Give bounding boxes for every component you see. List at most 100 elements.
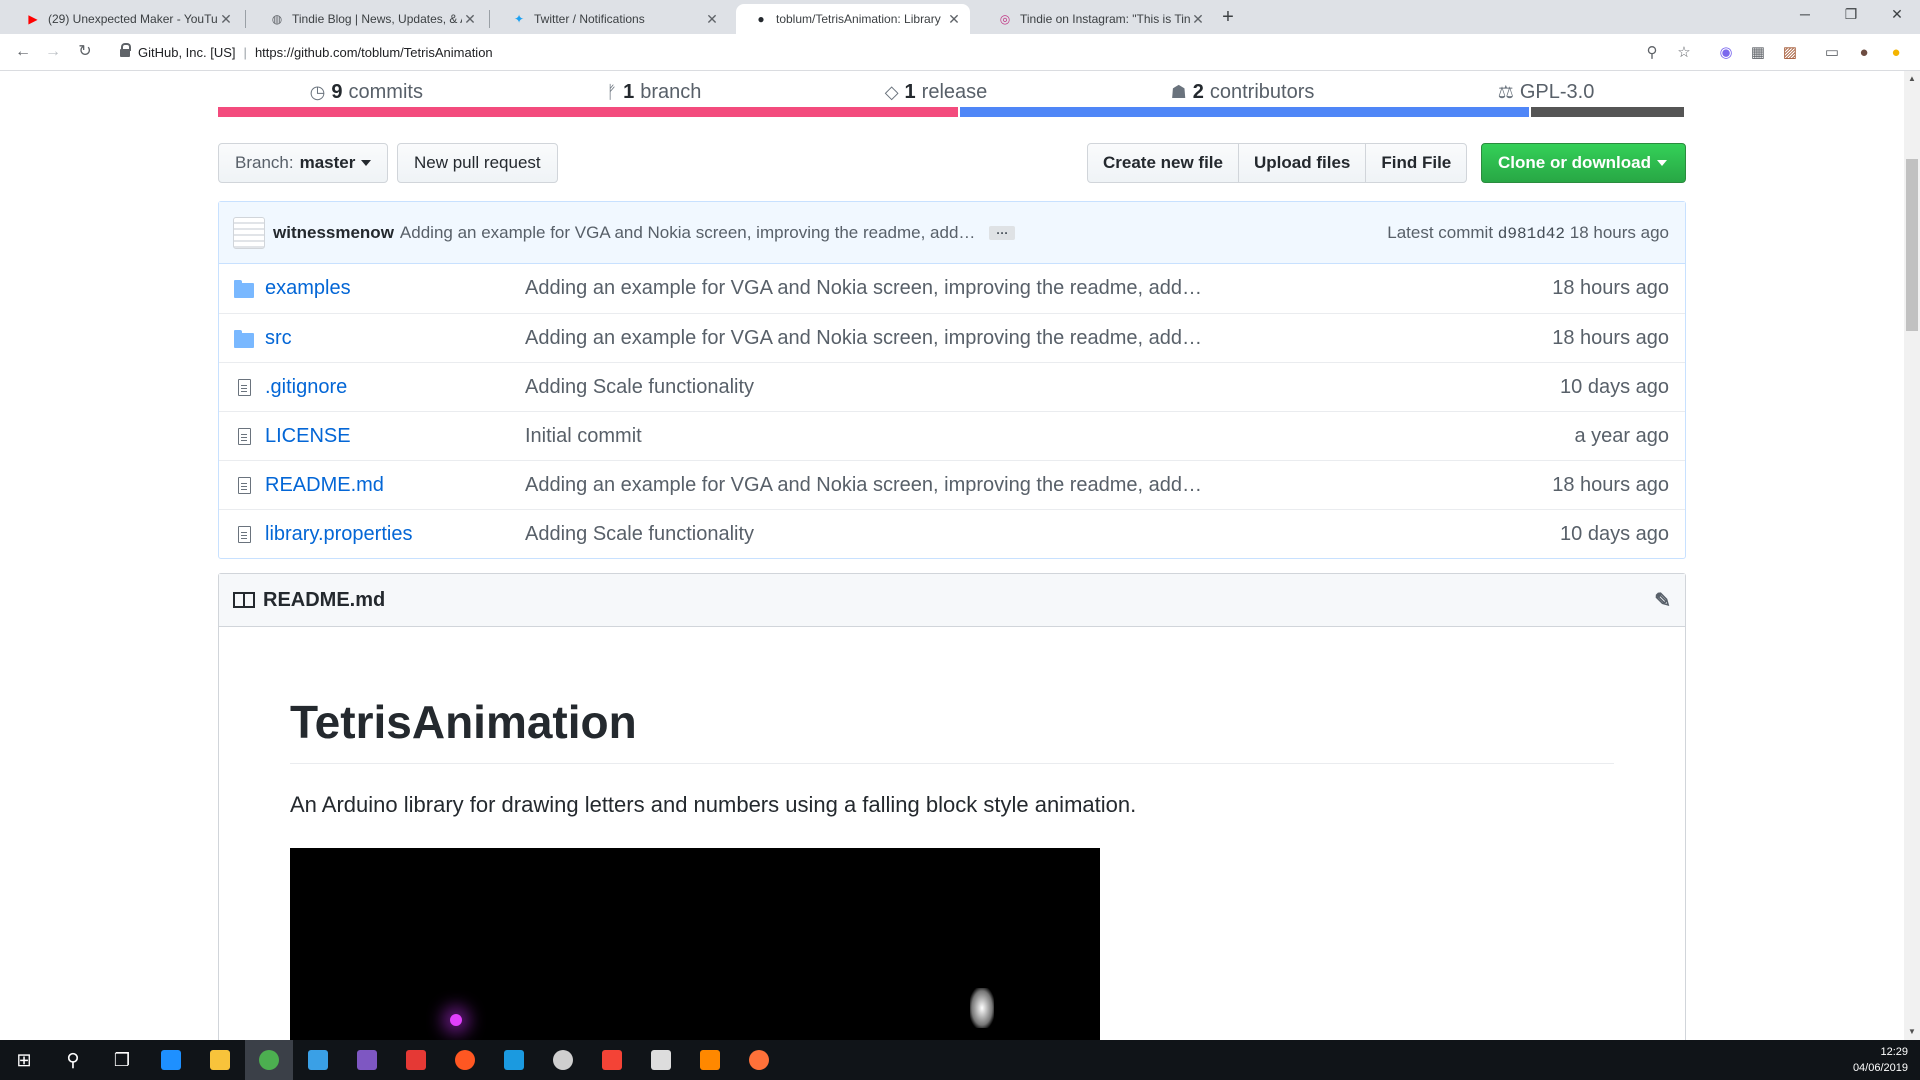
file-commit-message-link[interactable]: Initial commit: [525, 425, 1574, 448]
branch-icon: ᚠ: [606, 81, 618, 102]
task-view-icon[interactable]: ❐: [98, 1040, 146, 1080]
scrollbar-thumb[interactable]: [1906, 159, 1918, 331]
table-row: .gitignore Adding Scale functionality 10 d…: [219, 362, 1685, 411]
clone-or-download-label: Clone or download: [1498, 153, 1651, 172]
zoom-icon[interactable]: ⚲: [1642, 42, 1662, 62]
start-icon[interactable]: ⊞: [0, 1040, 48, 1080]
new-tab-icon[interactable]: +: [1216, 5, 1240, 29]
chrome-icon[interactable]: [245, 1040, 293, 1080]
avatar[interactable]: [233, 216, 265, 249]
back-icon[interactable]: ←: [12, 41, 34, 63]
close-tab-icon[interactable]: ✕: [704, 11, 720, 28]
file-commit-message-link[interactable]: Adding an example for VGA and Nokia scre…: [525, 327, 1552, 350]
update-alert-icon[interactable]: ●: [1886, 42, 1906, 62]
edit-pencil-icon[interactable]: ✎: [1654, 588, 1671, 613]
app-icon[interactable]: [343, 1040, 391, 1080]
browser-tab[interactable]: ● toblum/TetrisAnimation: Library ✕: [736, 4, 970, 34]
browser-tab[interactable]: ✦ Twitter / Notifications ✕: [494, 4, 728, 34]
tab-title: (29) Unexpected Maker - YouTub: [48, 12, 218, 26]
scroll-up-icon[interactable]: ▲: [1904, 71, 1920, 87]
cast-icon[interactable]: ▭: [1822, 42, 1842, 62]
profile-avatar-icon[interactable]: ●: [1854, 42, 1874, 62]
stat-contributors[interactable]: ☗ 2 contributors: [1171, 81, 1315, 104]
reload-icon[interactable]: ↻: [74, 41, 96, 63]
system-clock[interactable]: 12:29 04/06/2019: [1853, 1044, 1908, 1076]
steam-icon-glyph: [504, 1050, 524, 1070]
chrome-icon-glyph: [259, 1050, 279, 1070]
stat-release[interactable]: ◇ 1 release: [885, 81, 988, 104]
commit-message[interactable]: Adding an example for VGA and Nokia scre…: [400, 223, 976, 243]
app-icon[interactable]: [637, 1040, 685, 1080]
bookmark-star-icon[interactable]: ☆: [1674, 42, 1694, 62]
obs-icon[interactable]: [539, 1040, 587, 1080]
new-pull-request-button[interactable]: New pull request: [397, 143, 558, 183]
tab-title: Tindie Blog | News, Updates, & A: [292, 12, 462, 26]
file-explorer-icon[interactable]: [196, 1040, 244, 1080]
dropdown-caret-icon: [361, 160, 372, 166]
app-icon[interactable]: [294, 1040, 342, 1080]
commit-sha[interactable]: d981d42: [1498, 225, 1565, 243]
browser-tab[interactable]: ▶ (29) Unexpected Maker - YouTub ✕: [8, 4, 242, 34]
forward-icon[interactable]: →: [42, 41, 64, 63]
steam-icon[interactable]: [490, 1040, 538, 1080]
file-name-link[interactable]: src: [265, 327, 525, 350]
restore-window-icon[interactable]: ❐: [1828, 0, 1874, 30]
readme-demo-video[interactable]: [290, 848, 1100, 1040]
search-icon[interactable]: ⚲: [49, 1040, 97, 1080]
language-segment[interactable]: [218, 107, 960, 117]
close-tab-icon[interactable]: ✕: [218, 11, 234, 28]
file-commit-message-link[interactable]: Adding Scale functionality: [525, 376, 1560, 399]
close-tab-icon[interactable]: ✕: [462, 11, 478, 28]
stat-label: commits: [348, 80, 423, 103]
close-window-icon[interactable]: ✕: [1874, 0, 1920, 30]
extension-icon[interactable]: ▦: [1748, 42, 1768, 62]
browser-tab[interactable]: ◍ Tindie Blog | News, Updates, & A ✕: [252, 4, 486, 34]
scroll-down-icon[interactable]: ▼: [1904, 1024, 1920, 1040]
find-file-button[interactable]: Find File: [1365, 143, 1468, 183]
expand-commit-button[interactable]: ···: [989, 225, 1016, 240]
page-scrollbar[interactable]: ▲ ▼: [1904, 71, 1920, 1040]
file-name-link[interactable]: library.properties: [265, 523, 525, 546]
stat-label: GPL-3.0: [1519, 80, 1595, 103]
app-icon[interactable]: [392, 1040, 440, 1080]
stat-branch[interactable]: ᚠ 1 branch: [606, 81, 701, 104]
folder-shape: [234, 329, 254, 348]
stat-label: branch: [640, 80, 702, 103]
clone-or-download-button[interactable]: Clone or download: [1481, 143, 1686, 183]
extension-icon[interactable]: ◉: [1716, 42, 1736, 62]
close-tab-icon[interactable]: ✕: [1190, 11, 1206, 28]
stat-label: contributors: [1209, 80, 1315, 103]
stat-commits[interactable]: ◷ 9 commits: [310, 81, 423, 104]
firefox-icon[interactable]: [735, 1040, 783, 1080]
file-name-link[interactable]: README.md: [265, 474, 525, 497]
file-name-link[interactable]: examples: [265, 277, 525, 300]
close-tab-icon[interactable]: ✕: [946, 11, 962, 28]
create-new-file-button[interactable]: Create new file: [1087, 143, 1239, 183]
commit-author[interactable]: witnessmenow: [273, 223, 394, 243]
extension-icon[interactable]: ▨: [1780, 42, 1800, 62]
vlc-icon[interactable]: [686, 1040, 734, 1080]
address-bar[interactable]: GitHub, Inc. [US] | https://github.com/t…: [110, 40, 1670, 64]
dropdown-caret-icon: [1657, 160, 1667, 166]
stat-count: 1: [623, 80, 635, 103]
file-commit-message-link[interactable]: Adding Scale functionality: [525, 523, 1560, 546]
branch-select-button[interactable]: Branch: master: [218, 143, 389, 183]
file-commit-message-link[interactable]: Adding an example for VGA and Nokia scre…: [525, 474, 1552, 497]
browser-tab[interactable]: ◎ Tindie on Instagram: "This is Tiny ✕: [980, 4, 1214, 34]
language-segment[interactable]: [1530, 107, 1686, 117]
file-commit-message-link[interactable]: Adding an example for VGA and Nokia scre…: [525, 277, 1552, 300]
language-segment[interactable]: [959, 107, 1531, 117]
table-row: examples Adding an example for VGA and No…: [219, 264, 1685, 313]
maps-icon[interactable]: [441, 1040, 489, 1080]
edge-icon[interactable]: [147, 1040, 195, 1080]
file-name-link[interactable]: LICENSE: [265, 425, 525, 448]
upload-files-button[interactable]: Upload files: [1238, 143, 1367, 183]
file-name-link[interactable]: .gitignore: [265, 376, 525, 399]
language-bar[interactable]: [218, 107, 1686, 117]
latest-commit-info: Latest commit d981d42 18 hours ago: [1387, 223, 1669, 243]
app-icon[interactable]: [588, 1040, 636, 1080]
minimize-window-icon[interactable]: ─: [1782, 0, 1828, 30]
file-age: 10 days ago: [1560, 522, 1669, 545]
stat-gpl-3-0[interactable]: ⚖ GPL-3.0: [1498, 81, 1595, 104]
site-identity: GitHub, Inc. [US]: [138, 44, 236, 60]
